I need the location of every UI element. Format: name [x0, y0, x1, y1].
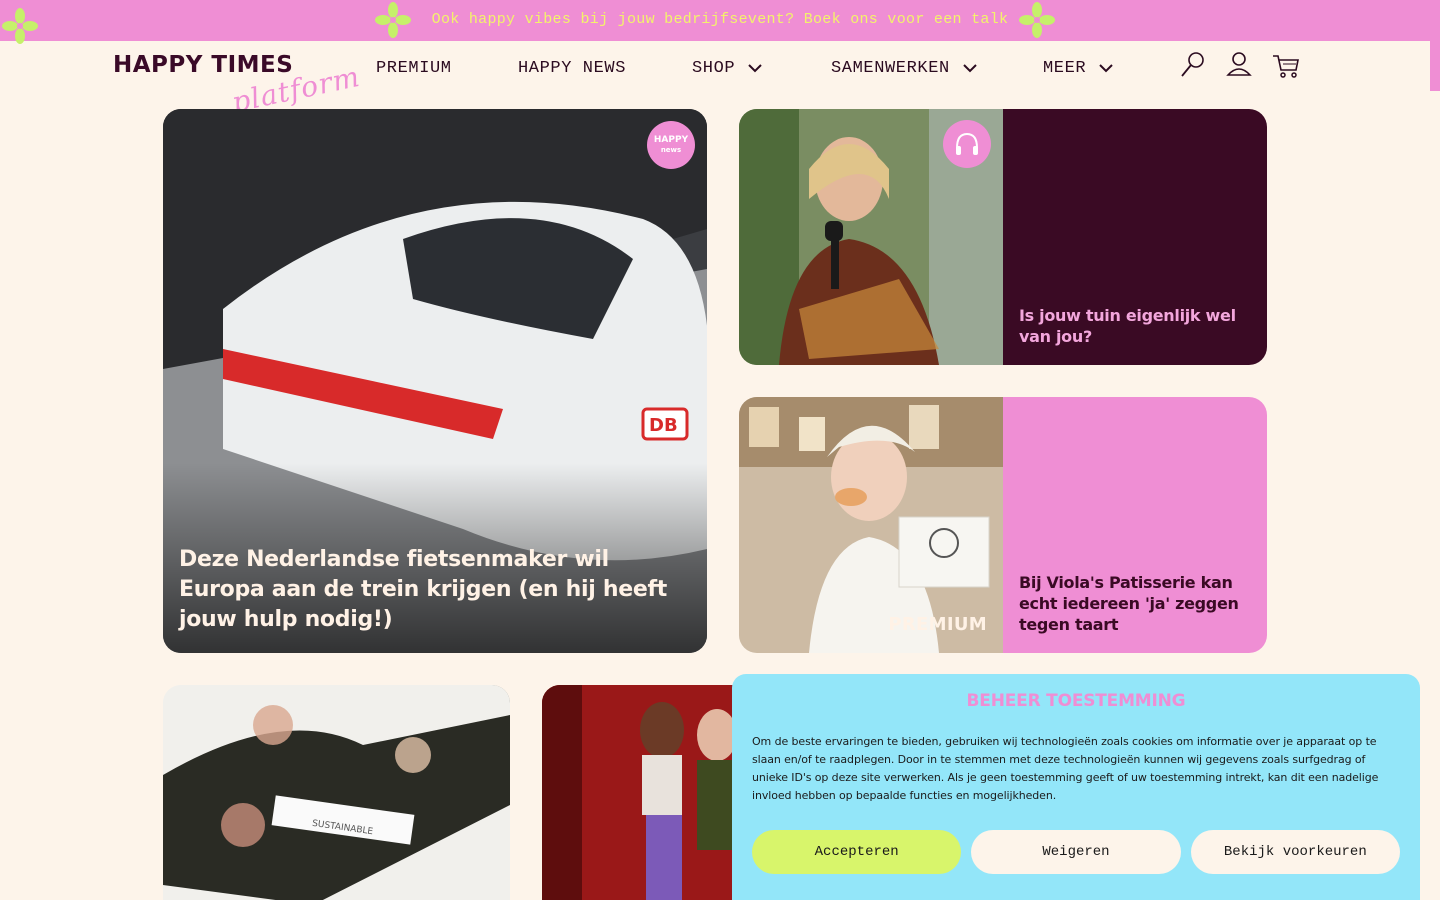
- scrollbar[interactable]: [1430, 41, 1440, 91]
- chevron-down-icon: [1099, 64, 1113, 73]
- main-nav: HAPPY TIMES platform PREMIUM HAPPY NEWS …: [0, 41, 1430, 119]
- podcast-image: [739, 109, 1003, 365]
- nav-happy-news[interactable]: HAPPY NEWS: [518, 56, 626, 80]
- cookie-consent-dialog: BEHEER TOESTEMMING Om de beste ervaringe…: [732, 674, 1420, 900]
- accept-button[interactable]: Accepteren: [752, 830, 962, 874]
- nav-label: HAPPY NEWS: [518, 58, 627, 78]
- podcast-text-panel: Is jouw tuin eigenlijk wel van jou?: [1003, 109, 1267, 365]
- nav-premium[interactable]: PREMIUM: [376, 56, 452, 80]
- featured-title[interactable]: Deze Nederlandse fietsenmaker wil Europa…: [179, 545, 677, 635]
- happy-news-badge: HAPPY news: [647, 121, 695, 169]
- account-icon[interactable]: [1224, 50, 1254, 80]
- chevron-down-icon: [748, 64, 762, 73]
- announcement-bar[interactable]: Ook happy vibes bij jouw bedrijfsevent? …: [0, 0, 1440, 44]
- cart-icon[interactable]: [1271, 50, 1301, 80]
- featured-article-card[interactable]: DB HAPPY news Deze Nederlandse fietsenma…: [163, 109, 707, 653]
- svg-text:DB: DB: [649, 415, 678, 436]
- badge-bottom: news: [660, 146, 682, 154]
- nav-label: SHOP: [692, 58, 736, 78]
- nav-meer[interactable]: MEER: [1043, 56, 1114, 80]
- fashion-article-card[interactable]: SUSTAINABLE: [163, 685, 510, 900]
- nav-shop[interactable]: SHOP: [692, 56, 763, 80]
- preferences-button[interactable]: Bekijk voorkeuren: [1190, 830, 1400, 874]
- nav-label: SAMENWERKEN: [831, 58, 950, 78]
- chevron-down-icon: [963, 64, 977, 73]
- announcement-text[interactable]: Ook happy vibes bij jouw bedrijfsevent? …: [0, 0, 1440, 41]
- podcast-title[interactable]: Is jouw tuin eigenlijk wel van jou?: [1019, 305, 1253, 347]
- patisserie-text-panel: Bij Viola's Patisserie kan echt iedereen…: [1003, 397, 1267, 653]
- patisserie-article-card[interactable]: PREMIUM Bij Viola's Patisserie kan echt …: [739, 397, 1267, 653]
- fashion-image: SUSTAINABLE: [163, 685, 510, 900]
- podcast-article-card[interactable]: Is jouw tuin eigenlijk wel van jou?: [739, 109, 1267, 365]
- deny-button[interactable]: Weigeren: [971, 830, 1181, 874]
- patisserie-title[interactable]: Bij Viola's Patisserie kan echt iedereen…: [1019, 572, 1253, 635]
- flower-icon: [1019, 2, 1055, 38]
- logo[interactable]: HAPPY TIMES platform: [113, 49, 363, 119]
- nav-label: MEER: [1043, 58, 1087, 78]
- badge-top: HAPPY: [653, 135, 689, 145]
- search-icon[interactable]: [1177, 50, 1207, 80]
- consent-body: Om de beste ervaringen te bieden, gebrui…: [752, 735, 1379, 802]
- logo-text: HAPPY TIMES: [113, 52, 294, 78]
- consent-actions: Accepteren Weigeren Bekijk voorkeuren: [752, 830, 1400, 874]
- nav-label: PREMIUM: [376, 58, 452, 78]
- patisserie-image: PREMIUM: [739, 397, 1003, 653]
- nav-samenwerken[interactable]: SAMENWERKEN: [831, 56, 978, 80]
- consent-title: BEHEER TOESTEMMING: [966, 691, 1186, 711]
- premium-tag: PREMIUM: [888, 614, 987, 635]
- headphones-icon: [943, 120, 991, 168]
